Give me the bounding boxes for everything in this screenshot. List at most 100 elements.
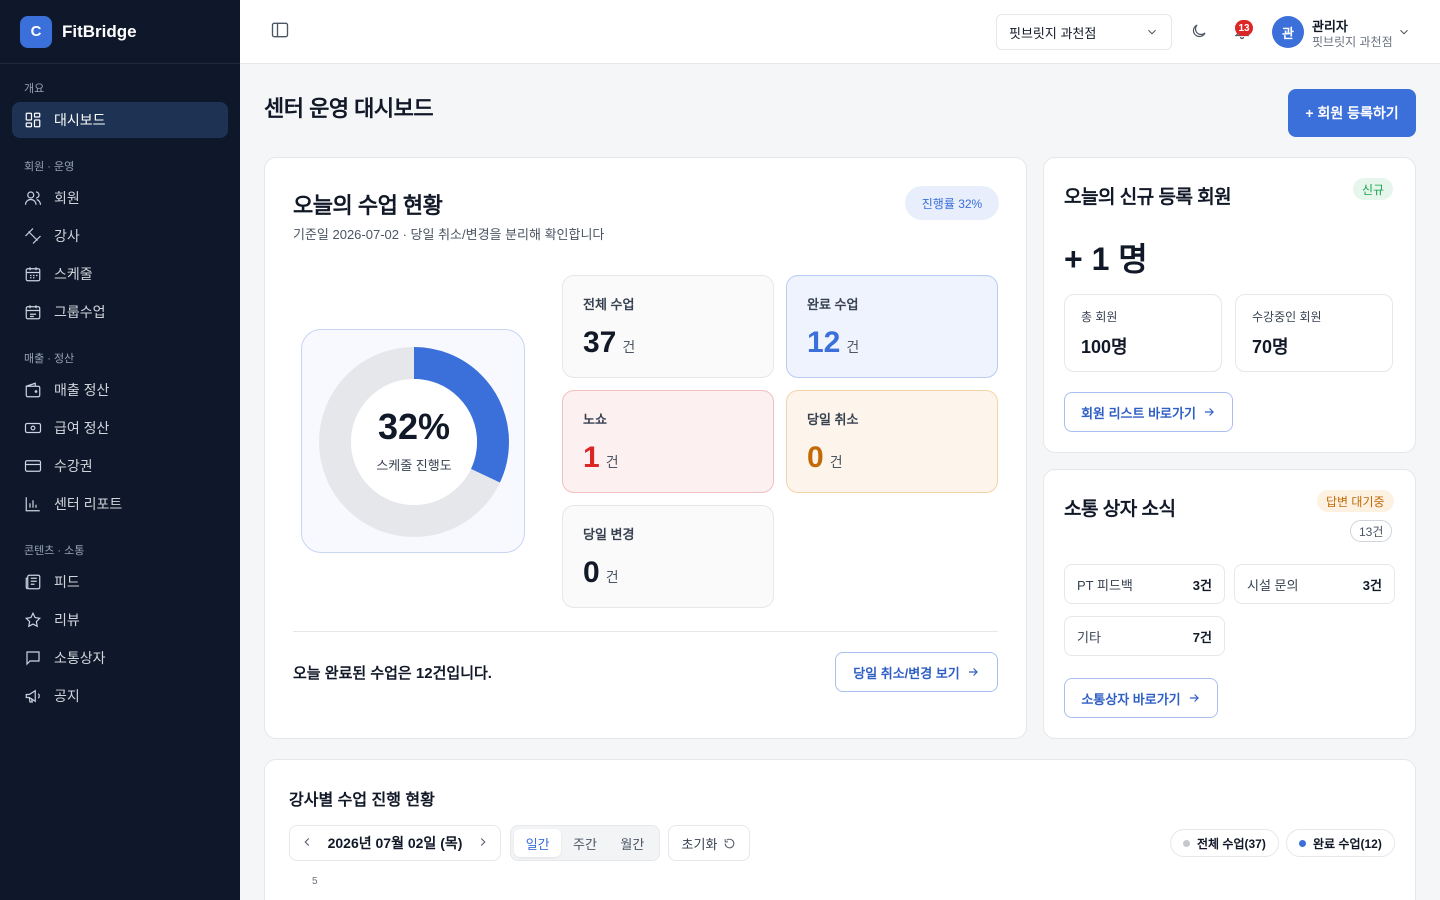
- stat-same-day-cancel[interactable]: 당일 취소 0건: [786, 390, 998, 493]
- stat-value: 1: [583, 441, 600, 474]
- sidebar-item-feed[interactable]: 피드: [12, 564, 228, 600]
- stat-label: 당일 취소: [807, 412, 859, 427]
- chevron-right-icon[interactable]: [476, 835, 490, 852]
- page-title: 센터 운영 대시보드: [264, 96, 434, 121]
- register-member-button[interactable]: + 회원 등록하기: [1288, 89, 1416, 137]
- chevron-down-icon: [1145, 25, 1159, 42]
- sidebar-item-group-class[interactable]: 그룹수업: [12, 294, 228, 330]
- new-badge: 신규: [1353, 178, 1394, 200]
- user-branch: 핏브릿지 과천점: [1312, 35, 1393, 49]
- button-label: 소통상자 바로가기: [1081, 691, 1181, 707]
- sidebar-item-label: 매출 정산: [54, 382, 110, 398]
- stat-label: 당일 변경: [583, 527, 635, 542]
- card-title: 강사별 수업 진행 현황: [289, 792, 435, 809]
- legend-dot: [1183, 839, 1190, 847]
- category-label: PT 피드백: [1077, 577, 1133, 593]
- sidebar-item-label: 센터 리포트: [54, 496, 123, 512]
- donut-percent: 32%: [377, 406, 451, 447]
- sidebar-item-label: 수강권: [54, 458, 93, 474]
- current-date[interactable]: 2026년 07월 02일 (목): [328, 833, 463, 853]
- sidebar-toggle-icon[interactable]: [270, 20, 294, 44]
- sidebar-item-reviews[interactable]: 리뷰: [12, 602, 228, 638]
- mini-value: 70명: [1252, 337, 1289, 357]
- stat-value: 37: [583, 326, 617, 359]
- nav-section-overview: 개요: [24, 83, 45, 95]
- message-icon: [24, 649, 42, 667]
- card-icon: [24, 457, 42, 475]
- sidebar-item-inbox[interactable]: 소통상자: [12, 640, 228, 676]
- y-axis-tick: 5: [312, 876, 318, 887]
- stat-completed-classes[interactable]: 완료 수업 12 건: [786, 275, 998, 378]
- period-monthly[interactable]: 월간: [609, 829, 656, 857]
- brand[interactable]: C FitBridge: [0, 0, 240, 64]
- legend-total-classes[interactable]: 전체 수업(37): [1170, 829, 1279, 857]
- card-title: 소통 상자 소식: [1064, 499, 1176, 520]
- sidebar-item-label: 공지: [54, 688, 80, 704]
- avatar[interactable]: 관: [1272, 16, 1304, 48]
- button-label: 초기화: [681, 836, 718, 852]
- legend-dot: [1299, 839, 1306, 847]
- grid-icon: [24, 111, 42, 129]
- brand-name: FitBridge: [62, 21, 137, 41]
- category-label: 기타: [1077, 629, 1101, 645]
- sidebar-item-members[interactable]: 회원: [12, 180, 228, 216]
- count-badge: 13건: [1350, 520, 1393, 542]
- refresh-icon: [725, 838, 735, 848]
- card-subtitle: 기준일 2026-07-02 · 당일 취소/변경을 분리해 확인합니다: [293, 227, 605, 242]
- sidebar-item-label: 회원: [54, 190, 80, 206]
- completed-summary: 오늘 완료된 수업은 12건입니다.: [293, 665, 492, 682]
- view-cancel-change-button[interactable]: 당일 취소/변경 보기: [835, 652, 998, 692]
- trainer-progress-card: 강사별 수업 진행 현황 2026년 07월 02일 (목) 일간 주간 월간 …: [264, 759, 1416, 900]
- sidebar: C FitBridge 개요 대시보드 회원 · 운영 회원 강사 스케줄 그룹…: [0, 0, 240, 900]
- inbox-card: 소통 상자 소식 답변 대기중 13건 PT 피드백 3건 시설 문의 3건 기…: [1043, 469, 1416, 739]
- sidebar-item-report[interactable]: 센터 리포트: [12, 486, 228, 522]
- card-title: 오늘의 수업 현황: [293, 193, 443, 218]
- arrow-right-icon: [968, 668, 978, 676]
- category-label: 시설 문의: [1247, 577, 1299, 593]
- period-segmented-control: 일간 주간 월간: [510, 825, 660, 861]
- new-member-count: + 1 명: [1064, 241, 1148, 277]
- sidebar-item-payroll[interactable]: 급여 정산: [12, 410, 228, 446]
- button-label: 회원 리스트 바로가기: [1081, 405, 1196, 421]
- date-navigator: 2026년 07월 02일 (목): [289, 825, 501, 861]
- category-etc[interactable]: 기타 7건: [1064, 616, 1225, 656]
- active-members-box: 수강중인 회원 70명: [1235, 294, 1393, 372]
- arrow-right-icon: [1204, 408, 1214, 416]
- status-badge: 답변 대기중: [1317, 490, 1394, 512]
- member-list-button[interactable]: 회원 리스트 바로가기: [1064, 392, 1233, 432]
- stat-total-classes[interactable]: 전체 수업 37 건: [562, 275, 774, 378]
- sidebar-item-dashboard[interactable]: 대시보드: [12, 102, 228, 138]
- category-pt-feedback[interactable]: PT 피드백 3건: [1064, 564, 1225, 604]
- sidebar-item-label: 그룹수업: [54, 304, 106, 320]
- category-value: 7건: [1192, 629, 1212, 645]
- sidebar-item-label: 급여 정산: [54, 420, 110, 436]
- period-weekly[interactable]: 주간: [561, 829, 608, 857]
- chevron-down-icon[interactable]: [1397, 25, 1411, 44]
- sidebar-item-label: 강사: [54, 228, 80, 244]
- stat-unit: 건: [605, 569, 619, 585]
- stat-noshow[interactable]: 노쇼 1건: [562, 390, 774, 493]
- sidebar-item-passes[interactable]: 수강권: [12, 448, 228, 484]
- category-facility[interactable]: 시설 문의 3건: [1234, 564, 1395, 604]
- banknote-icon: [24, 419, 42, 437]
- sidebar-item-label: 리뷰: [54, 612, 80, 628]
- reset-button[interactable]: 초기화: [668, 825, 750, 861]
- bar-chart-icon: [24, 495, 42, 513]
- donut-label: 스케줄 진행도: [376, 458, 452, 473]
- branch-select[interactable]: 핏브릿지 과천점: [996, 14, 1172, 50]
- period-daily[interactable]: 일간: [514, 829, 562, 857]
- brand-logo: C: [20, 15, 52, 48]
- sidebar-item-trainers[interactable]: 강사: [12, 218, 228, 254]
- stat-value: 0: [583, 556, 600, 589]
- legend-completed-classes[interactable]: 완료 수업(12): [1286, 829, 1395, 857]
- sidebar-item-notice[interactable]: 공지: [12, 678, 228, 714]
- chevron-left-icon[interactable]: [300, 835, 314, 852]
- stat-label: 완료 수업: [807, 297, 859, 312]
- sidebar-item-schedule[interactable]: 스케줄: [12, 256, 228, 292]
- stat-value: 0: [807, 441, 824, 474]
- sidebar-item-sales[interactable]: 매출 정산: [12, 372, 228, 408]
- moon-icon[interactable]: [1190, 22, 1208, 45]
- sidebar-item-label: 스케줄: [54, 266, 93, 282]
- stat-same-day-change[interactable]: 당일 변경 0건: [562, 505, 774, 608]
- inbox-link-button[interactable]: 소통상자 바로가기: [1064, 678, 1218, 718]
